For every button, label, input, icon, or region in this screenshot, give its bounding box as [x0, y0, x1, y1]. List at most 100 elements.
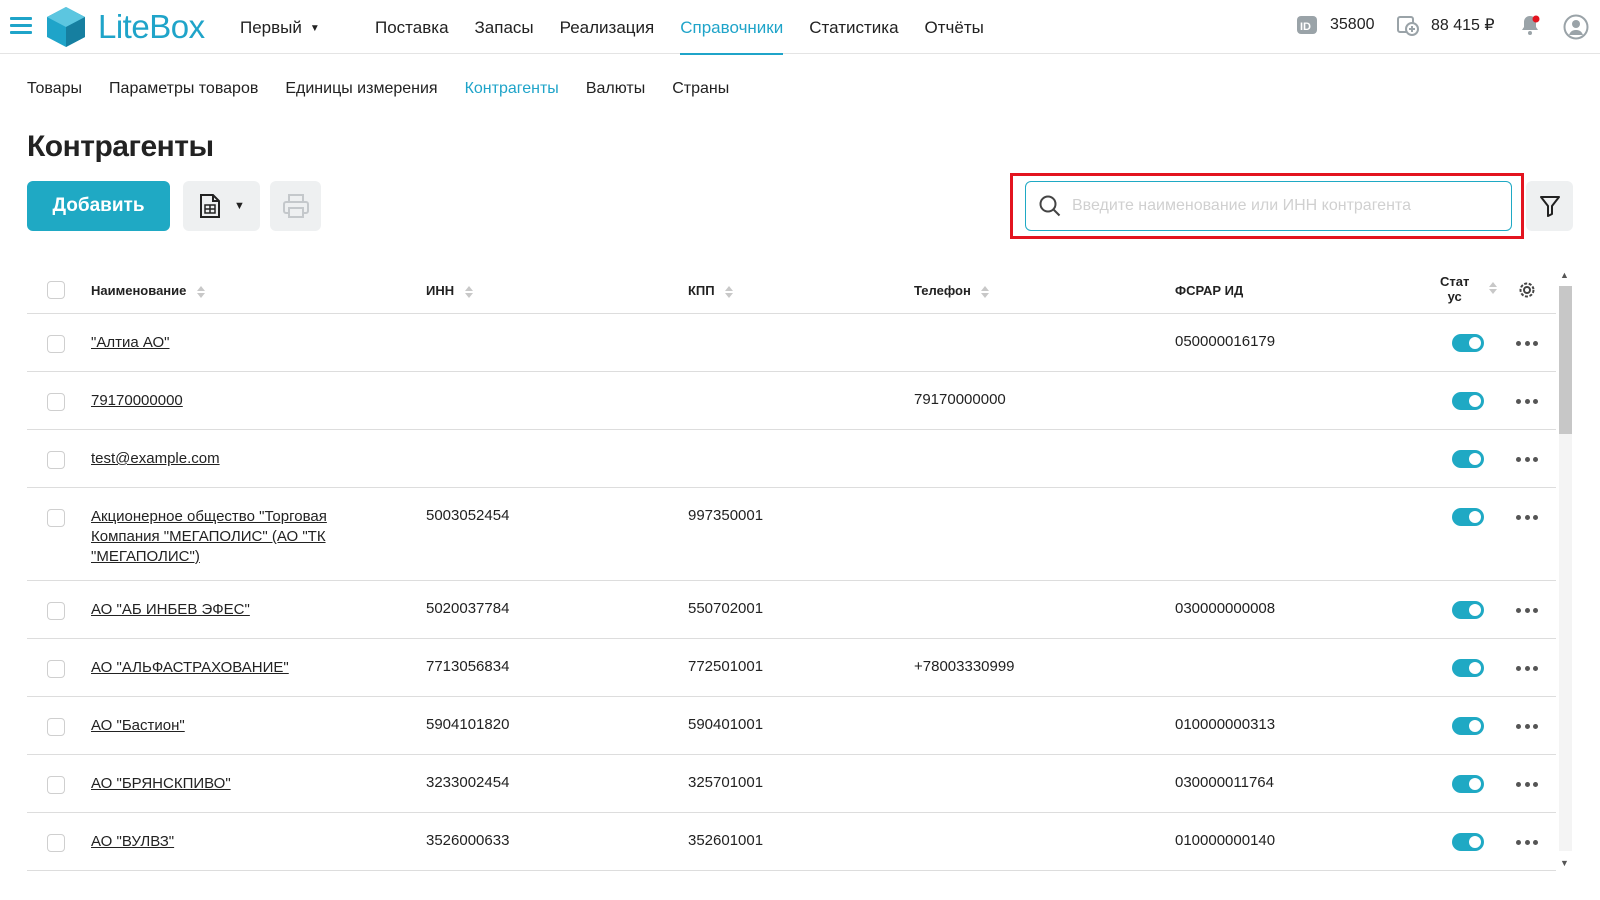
caret-down-icon: ▼ [234, 200, 245, 212]
subnav-item-parametry[interactable]: Параметры товаров [109, 80, 258, 98]
status-toggle[interactable] [1452, 659, 1484, 677]
gear-icon[interactable] [1517, 280, 1537, 300]
status-toggle[interactable] [1452, 775, 1484, 793]
logo[interactable]: LiteBox [46, 6, 205, 48]
id-info[interactable]: ID 35800 [1296, 14, 1375, 36]
profile[interactable] [1563, 14, 1589, 40]
row-checkbox[interactable] [47, 335, 65, 353]
row-menu-icon[interactable] [1516, 722, 1538, 730]
org-selector[interactable]: Первый ▼ [240, 18, 320, 38]
row-checkbox[interactable] [47, 776, 65, 794]
column-header-fsrar: ФСРАР ИД [1175, 283, 1244, 298]
subnav-item-tovary[interactable]: Товары [27, 80, 82, 98]
inn-cell: 5904101820 [426, 716, 510, 733]
row-checkbox[interactable] [47, 451, 65, 469]
counterparty-name-link[interactable]: 79170000000 [91, 391, 361, 411]
status-toggle[interactable] [1452, 392, 1484, 410]
row-menu-icon[interactable] [1516, 397, 1538, 405]
counterparty-name-link[interactable]: Акционерное общество "Торговая Компания … [91, 507, 361, 567]
status-toggle[interactable] [1452, 508, 1484, 526]
search-input[interactable] [1072, 197, 1492, 215]
row-checkbox[interactable] [47, 602, 65, 620]
document-menu-button[interactable]: ▼ [183, 181, 260, 231]
row-checkbox[interactable] [47, 509, 65, 527]
row-menu-icon[interactable] [1516, 455, 1538, 463]
id-value: 35800 [1330, 16, 1375, 33]
filter-button[interactable] [1526, 181, 1573, 231]
nav-item-postavka[interactable]: Поставка [362, 0, 462, 54]
row-menu-icon[interactable] [1516, 513, 1538, 521]
notifications[interactable] [1519, 14, 1541, 36]
column-header-inn[interactable]: ИНН [426, 283, 474, 299]
counterparty-name-link[interactable]: АО "ВУЛВЗ" [91, 832, 361, 852]
table-scrollbar[interactable]: ▲ ▼ [1556, 270, 1572, 870]
row-checkbox[interactable] [47, 718, 65, 736]
nav-item-spravochniki[interactable]: Справочники [667, 0, 796, 55]
sort-icon[interactable] [1488, 281, 1498, 295]
scroll-up-arrow-icon[interactable]: ▲ [1560, 270, 1569, 280]
sort-icon[interactable] [196, 285, 206, 299]
nav-item-otchety[interactable]: Отчёты [912, 0, 997, 54]
hamburger-menu-icon[interactable] [10, 17, 34, 37]
search-icon [1039, 195, 1061, 217]
status-toggle[interactable] [1452, 833, 1484, 851]
subnav-item-valyuty[interactable]: Валюты [586, 80, 645, 98]
filter-icon [1539, 196, 1560, 217]
toggle-knob [1469, 337, 1481, 349]
kpp-cell: 997350001 [688, 507, 764, 524]
counterparty-name-link[interactable]: АО "Бастион" [91, 716, 361, 736]
row-menu-icon[interactable] [1516, 780, 1538, 788]
counterparty-name-link[interactable]: "Алтиа АО" [91, 333, 361, 353]
sort-icon[interactable] [980, 285, 990, 299]
kpp-cell: 590401001 [688, 716, 764, 733]
top-bar: LiteBox Первый ▼ Поставка Запасы Реализа… [0, 0, 1600, 55]
balance-info[interactable]: 88 415 ₽ [1397, 14, 1495, 36]
status-toggle[interactable] [1452, 601, 1484, 619]
scroll-down-arrow-icon[interactable]: ▼ [1560, 858, 1569, 868]
sort-icon[interactable] [724, 285, 734, 299]
add-button[interactable]: Добавить [27, 181, 170, 231]
counterparty-name-link[interactable]: АО "АЛЬФАСТРАХОВАНИЕ" [91, 658, 361, 678]
row-checkbox[interactable] [47, 393, 65, 411]
inn-cell: 5003052454 [426, 507, 510, 524]
counterparty-name-link[interactable]: АО "БРЯНСКПИВО" [91, 774, 361, 794]
fsrar-cell: 010000000313 [1175, 716, 1276, 733]
print-button[interactable] [270, 181, 321, 231]
search-box[interactable] [1025, 181, 1512, 231]
scroll-thumb[interactable] [1559, 286, 1572, 434]
column-header-kpp[interactable]: КПП [688, 283, 734, 299]
row-checkbox[interactable] [47, 834, 65, 852]
nav-item-zapasy[interactable]: Запасы [462, 0, 547, 54]
sort-icon[interactable] [464, 285, 474, 299]
column-header-phone[interactable]: Телефон [914, 283, 990, 299]
column-header-kpp-label: КПП [688, 283, 715, 298]
counterparty-name-link[interactable]: АО "АБ ИНБЕВ ЭФЕС" [91, 600, 361, 620]
logo-text: LiteBox [98, 8, 205, 45]
row-menu-icon[interactable] [1516, 339, 1538, 347]
column-header-name[interactable]: Наименование [91, 283, 206, 299]
svg-text:ID: ID [1300, 21, 1311, 33]
select-all-checkbox[interactable] [47, 281, 65, 299]
status-toggle[interactable] [1452, 334, 1484, 352]
status-toggle[interactable] [1452, 450, 1484, 468]
row-menu-icon[interactable] [1516, 838, 1538, 846]
table-row: АО "Бастион" 5904101820 590401001 010000000… [27, 697, 1556, 755]
counterparty-name-link[interactable]: test@example.com [91, 449, 361, 469]
inn-cell: 5020037784 [426, 600, 510, 617]
main-nav: Поставка Запасы Реализация Справочники С… [362, 0, 997, 55]
row-menu-icon[interactable] [1516, 664, 1538, 672]
bell-icon [1522, 15, 1540, 35]
nav-item-statistika[interactable]: Статистика [796, 0, 911, 54]
row-menu-icon[interactable] [1516, 606, 1538, 614]
nav-item-realizaciya[interactable]: Реализация [547, 0, 668, 54]
subnav-item-edinicy[interactable]: Единицы измерения [285, 80, 437, 98]
toggle-knob [1469, 604, 1481, 616]
column-header-status[interactable]: Стат ус [1440, 274, 1469, 304]
table-row: АО "ВУЛВЗ" 3526000633 352601001 01000000014… [27, 813, 1556, 871]
phone-cell: 79170000000 [914, 391, 1006, 408]
subnav-item-kontragenty[interactable]: Контрагенты [465, 80, 559, 98]
table-row: АО "БРЯНСКПИВО" 3233002454 325701001 030000… [27, 755, 1556, 813]
row-checkbox[interactable] [47, 660, 65, 678]
subnav-item-strany[interactable]: Страны [672, 80, 729, 98]
status-toggle[interactable] [1452, 717, 1484, 735]
